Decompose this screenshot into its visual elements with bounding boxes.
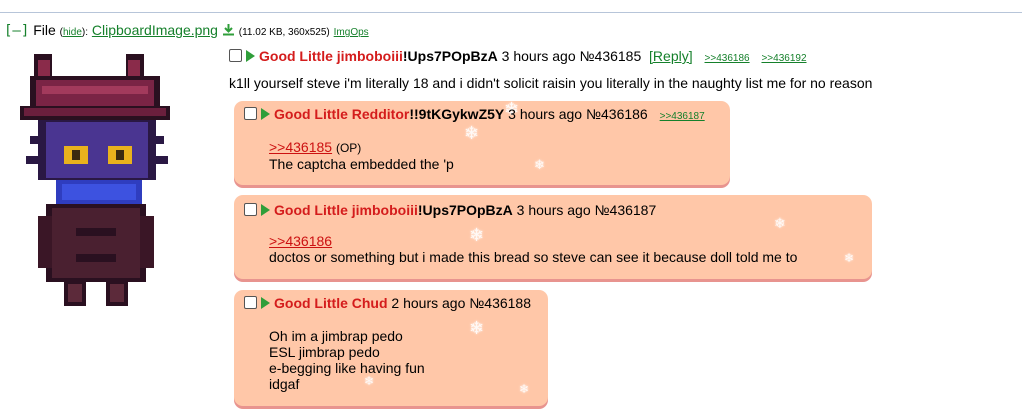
select-checkbox[interactable] — [229, 49, 242, 62]
poster-name: Good Little Chud — [274, 295, 388, 311]
post-number[interactable]: №436186 — [586, 106, 648, 122]
post-menu-icon[interactable] — [261, 297, 270, 309]
poster-name: Good Little Redditor — [274, 106, 410, 122]
tripcode: !!9tKGykwZ5Y — [409, 106, 505, 122]
reply-body-line: The captcha embedded the 'p — [269, 156, 454, 172]
file-info: [–] File (hide): ClipboardImage.png (11.… — [4, 22, 369, 39]
poster-name: Good Little jimboboiii — [259, 48, 403, 64]
post-number[interactable]: №436185 — [580, 48, 642, 64]
quote-link[interactable]: >>436185 — [269, 139, 332, 155]
reply-header: Good Little Redditor!!9tKGykwZ5Y 3 hours… — [244, 106, 705, 122]
reply-post: ❄ ❄ ❄ Good Little Redditor!!9tKGykwZ5Y 3… — [234, 99, 730, 185]
op-tag: (OP) — [335, 141, 362, 155]
post-menu-icon[interactable] — [261, 204, 270, 216]
reply-post: ❄ ❄ ❄ Good Little jimboboiii!Ups7POpBzA … — [234, 195, 872, 279]
post-number[interactable]: №436188 — [469, 295, 531, 311]
post-menu-icon[interactable] — [261, 108, 270, 120]
op-post-header: Good Little jimboboiii!Ups7POpBzA 3 hour… — [229, 48, 807, 64]
quote-link[interactable]: >>436186 — [269, 233, 332, 249]
file-link[interactable]: ClipboardImage.png — [92, 22, 218, 38]
poster-name: Good Little jimboboiii — [274, 202, 418, 218]
post-menu-icon[interactable] — [246, 50, 255, 62]
tripcode: !Ups7POpBzA — [402, 48, 498, 64]
snowflake-icon: ❄ — [774, 215, 786, 231]
snowflake-icon: ❄ — [534, 157, 545, 172]
post-time: 3 hours ago — [516, 202, 591, 218]
imgops-link[interactable]: ImgOps — [334, 27, 369, 38]
op-post-body: k1ll yourself steve i'm literally 18 and… — [229, 75, 873, 91]
backlink[interactable]: >>436192 — [761, 53, 806, 64]
post-number[interactable]: №436187 — [595, 202, 657, 218]
post-time: 2 hours ago — [391, 295, 466, 311]
reply-body-line: e-begging like having fun — [269, 360, 425, 376]
thread-divider — [0, 12, 1022, 13]
select-checkbox[interactable] — [244, 296, 257, 309]
snowflake-icon: ❄ — [469, 318, 485, 338]
reply-body-line: doctos or something but i made this brea… — [269, 249, 798, 265]
reply-post: ❄ ❄ ❄ Good Little Chud 2 hours ago №4361… — [234, 290, 548, 406]
post-time: 3 hours ago — [508, 106, 583, 122]
hide-thread-toggle[interactable]: [–] — [4, 23, 29, 39]
reply-header: Good Little Chud 2 hours ago №436188 — [244, 295, 531, 311]
reply-body-line: Oh im a jimbrap pedo — [269, 328, 403, 344]
thumbnail-image[interactable] — [16, 46, 176, 312]
select-checkbox[interactable] — [244, 203, 257, 216]
select-checkbox[interactable] — [244, 107, 257, 120]
tripcode: !Ups7POpBzA — [417, 202, 513, 218]
file-label: File — [33, 22, 56, 38]
snowflake-icon: ❄ — [844, 251, 855, 265]
op-post: Good Little jimboboiii!Ups7POpBzA 3 hour… — [229, 48, 807, 64]
reply-button[interactable]: [Reply] — [649, 48, 693, 64]
backlink[interactable]: >>436186 — [705, 53, 750, 64]
reply-body-line: idgaf — [269, 376, 300, 392]
reply-body-line: ESL jimbrap pedo — [269, 344, 380, 360]
snowflake-icon: ❄ — [464, 123, 480, 143]
download-icon[interactable] — [222, 23, 235, 36]
post-time: 3 hours ago — [501, 48, 576, 64]
snowflake-icon: ❄ — [519, 382, 530, 396]
reply-header: Good Little jimboboiii!Ups7POpBzA 3 hour… — [244, 202, 656, 218]
file-meta: (11.02 KB, 360x525) — [238, 27, 330, 38]
backlink[interactable]: >>436187 — [660, 111, 705, 122]
hide-image-link[interactable]: hide — [63, 27, 82, 38]
